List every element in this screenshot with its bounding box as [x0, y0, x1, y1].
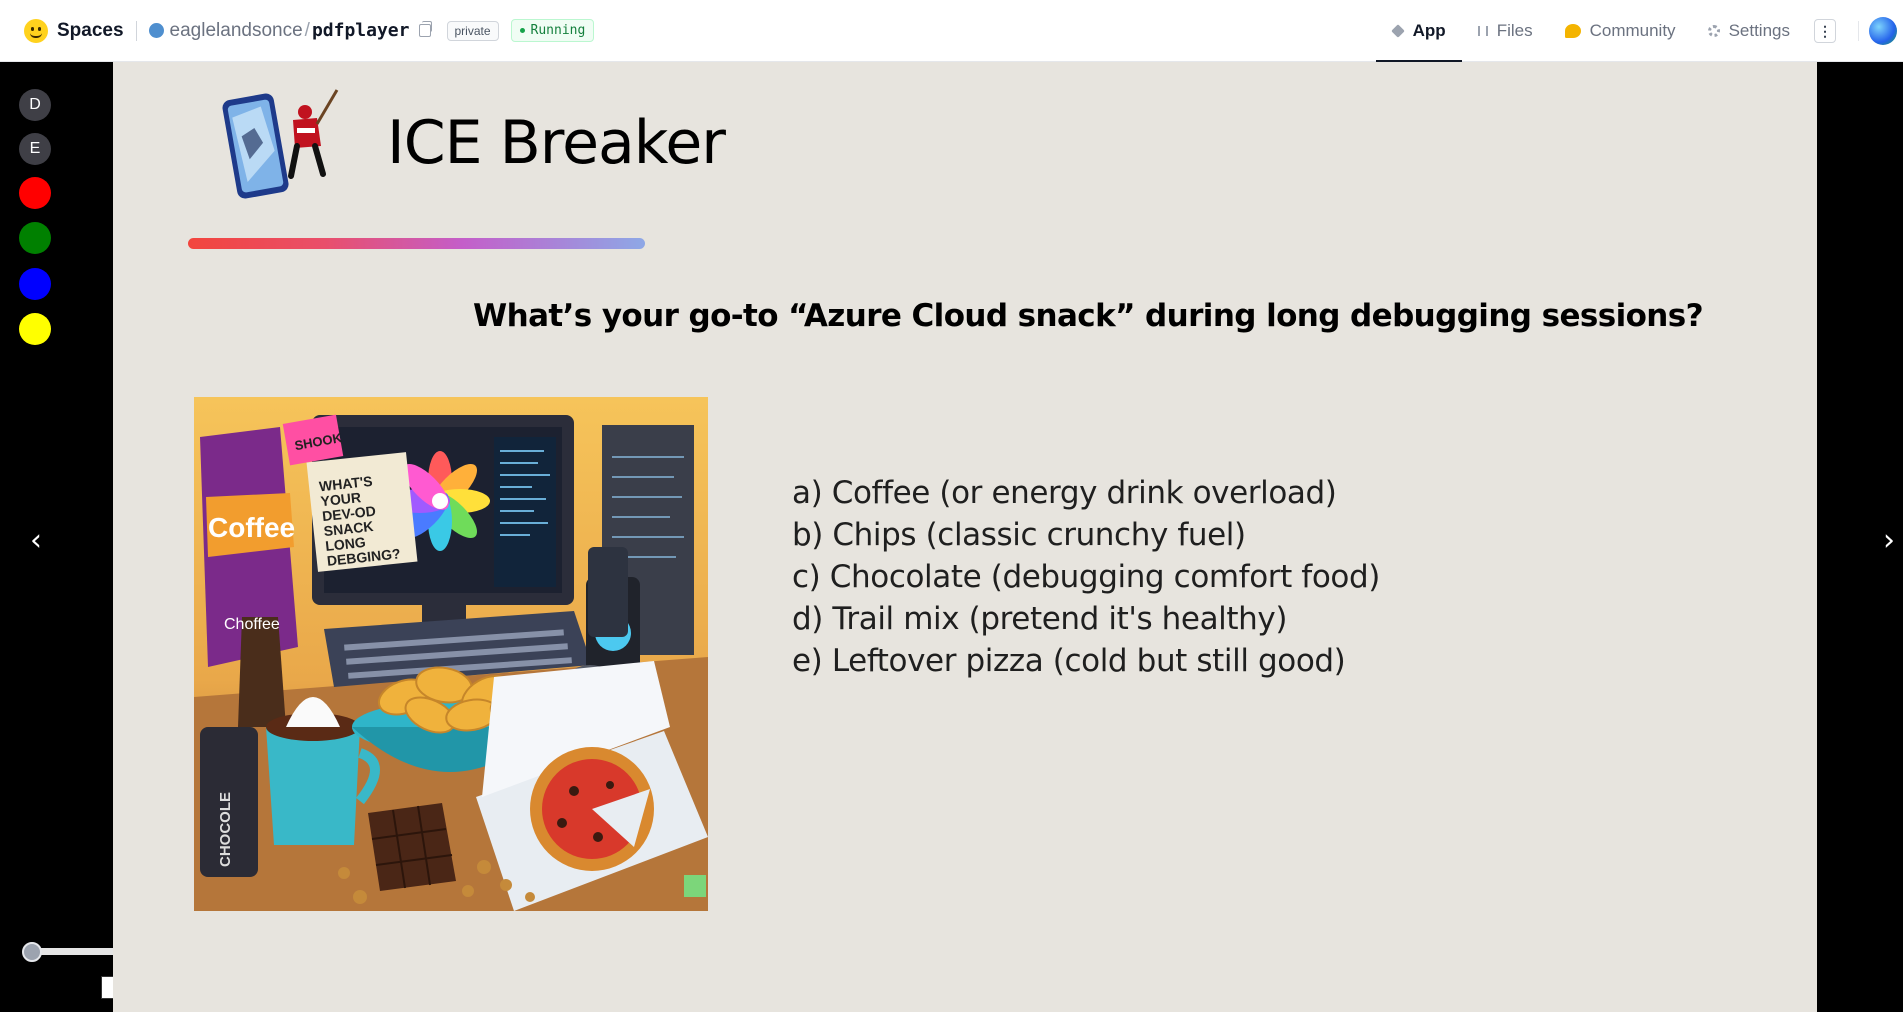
answer-option-b: b) Chips (classic crunchy fuel) — [792, 517, 1246, 553]
slide-canvas: ICE Breaker What’s your go-to “Azure Clo… — [113, 62, 1817, 1012]
owner-avatar — [148, 23, 164, 38]
bag-label-text: Coffee — [208, 512, 295, 543]
user-avatar[interactable] — [1869, 17, 1897, 45]
hockey-phone-logo — [222, 89, 339, 199]
settings-icon — [1707, 25, 1720, 37]
space-name-link[interactable]: pdfplayer — [312, 20, 410, 41]
title-accent-bar — [188, 238, 645, 249]
color-blue-button[interactable] — [19, 268, 51, 300]
tab-files[interactable]: Files — [1462, 0, 1549, 62]
status-badge[interactable]: Running — [510, 19, 595, 42]
answer-option-a: a) Coffee (or energy drink overload) — [792, 475, 1337, 511]
tab-files-label: Files — [1496, 21, 1533, 40]
header-divider — [135, 20, 137, 41]
hugging-face-icon — [24, 18, 48, 43]
top-header: Spaces eaglelandsonce / pdfplayer privat… — [0, 0, 1903, 62]
left-toolbar — [0, 62, 113, 1012]
answer-option-e: e) Leftover pizza (cold but still good) — [792, 643, 1346, 679]
answer-option-c: c) Chocolate (debugging comfort food) — [792, 559, 1380, 595]
tab-community[interactable]: Community — [1549, 0, 1692, 62]
files-icon — [1477, 26, 1488, 36]
owner-link[interactable]: eaglelandsonce — [170, 20, 303, 42]
nav-divider — [1858, 21, 1859, 41]
more-options-button[interactable]: ⋮ — [1814, 19, 1836, 43]
visibility-badge: private — [446, 20, 499, 41]
color-yellow-button[interactable] — [19, 313, 51, 345]
can-label-text: CHOCOLE — [217, 792, 234, 867]
status-dot-icon — [519, 28, 525, 33]
tab-community-label: Community — [1589, 21, 1676, 40]
page-slider-thumb[interactable] — [22, 942, 42, 962]
tab-settings-label: Settings — [1728, 21, 1790, 40]
slide-question: What’s your go-to “Azure Cloud snack” du… — [473, 298, 1704, 334]
answer-options-list: a) Coffee (or energy drink overload) b) … — [792, 472, 1380, 682]
spaces-link[interactable]: Spaces — [24, 18, 124, 43]
tool-d-button[interactable]: D — [19, 89, 51, 121]
tool-e-button[interactable]: E — [19, 133, 51, 165]
space-nav: App Files Community Settings ⋮ — [1375, 0, 1903, 62]
path-separator: / — [304, 19, 310, 41]
next-page-button[interactable]: › — [1883, 523, 1895, 558]
tab-app-label: App — [1412, 21, 1446, 40]
spaces-label: Spaces — [57, 19, 124, 41]
status-label: Running — [530, 23, 586, 38]
slide-title: ICE Breaker — [387, 108, 726, 178]
color-red-button[interactable] — [19, 177, 51, 209]
app-icon — [1390, 24, 1405, 38]
copy-icon[interactable] — [418, 21, 432, 37]
tab-app[interactable]: App — [1375, 0, 1462, 62]
color-green-button[interactable] — [19, 222, 51, 254]
tab-settings[interactable]: Settings — [1692, 0, 1806, 62]
answer-option-d: d) Trail mix (pretend it's healthy) — [792, 601, 1288, 637]
previous-page-button[interactable]: ‹ — [30, 523, 42, 558]
community-icon — [1564, 24, 1581, 38]
cup-label-text: Choffee — [224, 616, 280, 633]
snack-desk-illustration: WHAT'SYOURDEV-ODSNACKLONGDEBGING? SHOOK … — [194, 397, 708, 911]
